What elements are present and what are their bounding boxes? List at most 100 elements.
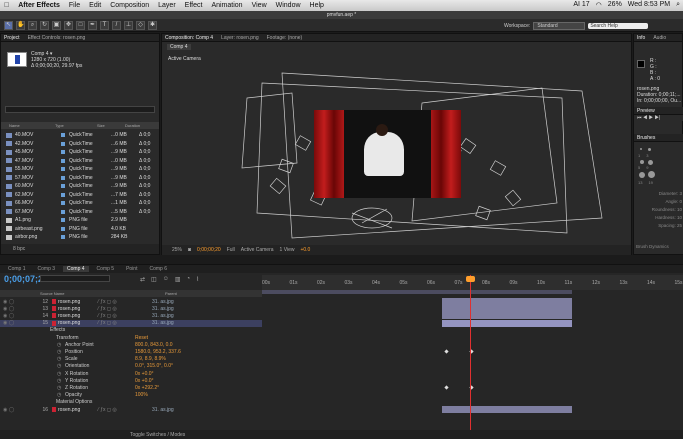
- layer-row[interactable]: ◉ ◯ 16 rosen.png ⁄ ƒx ◻ ◎ 31. as.jpg: [0, 406, 262, 413]
- hand-tool-icon[interactable]: ✋: [16, 20, 25, 30]
- menu-composition[interactable]: Composition: [110, 2, 149, 9]
- frame-blend-icon[interactable]: ▥: [175, 276, 181, 283]
- puppet-tool-icon[interactable]: ✱: [148, 20, 157, 30]
- type-tool-icon[interactable]: T: [100, 20, 109, 30]
- project-item[interactable]: 55.MOV QuickTime ...9 MB Δ 0;0: [1, 165, 151, 173]
- mask-tool-icon[interactable]: □: [76, 20, 85, 30]
- project-item[interactable]: 62.MOV QuickTime ...7 MB Δ 0;0: [1, 191, 151, 199]
- pen-tool-icon[interactable]: ✒: [88, 20, 97, 30]
- apple-icon[interactable]: : [4, 2, 9, 9]
- property-value[interactable]: 0x +0.0°: [135, 371, 154, 377]
- tab-comp-6[interactable]: Comp 6: [145, 266, 171, 272]
- pan-tool-icon[interactable]: ✥: [64, 20, 73, 30]
- menu-animation[interactable]: Animation: [211, 2, 242, 9]
- views-count-select[interactable]: 1 View: [280, 247, 295, 253]
- snapshot-icon[interactable]: ◙: [188, 247, 191, 253]
- layer-row[interactable]: ◉ ◯ 14 rosen.png ⁄ ƒx ◻ ◎ 31. as.jpg: [0, 312, 262, 319]
- menu-help[interactable]: Help: [310, 2, 324, 9]
- label-color[interactable]: [61, 167, 65, 171]
- layer-name[interactable]: rosen.png: [58, 306, 98, 312]
- layer-label-color[interactable]: [52, 320, 56, 326]
- tab-audio[interactable]: Audio: [653, 35, 666, 41]
- layer-switches[interactable]: ⁄ ƒx ◻ ◎: [98, 299, 148, 305]
- property-value[interactable]: 800.0, 843.0, 0.0: [135, 342, 173, 348]
- layer-name[interactable]: rosen.png: [58, 320, 98, 326]
- property-value[interactable]: 0x +0.0°: [135, 378, 154, 384]
- toggle-switches-modes[interactable]: Toggle Switches / Modes: [130, 432, 185, 438]
- project-item[interactable]: 42.MOV QuickTime ...6 MB Δ 0;0: [1, 140, 151, 148]
- av-switches[interactable]: ◉ ◯: [0, 299, 24, 305]
- project-item[interactable]: A1.png PNG file 2.9 MB: [1, 216, 151, 224]
- project-item[interactable]: airbeast.png PNG file 4.0 KB: [1, 225, 151, 233]
- layer-row[interactable]: ◉ ◯ 13 rosen.png ⁄ ƒx ◻ ◎ 31. as.jpg: [0, 305, 262, 312]
- bpc-label[interactable]: 8 bpc: [13, 246, 25, 252]
- layer-label-color[interactable]: [52, 306, 56, 312]
- wifi-icon[interactable]: ◠: [596, 1, 602, 9]
- property-row[interactable]: ◷ Opacity 100%: [0, 392, 262, 399]
- playback-controls[interactable]: ⏮ ◀ ▶ ▶|: [634, 115, 683, 121]
- layer-name[interactable]: rosen.png: [58, 313, 98, 319]
- label-color[interactable]: [61, 133, 65, 137]
- stopwatch-icon[interactable]: ◷: [57, 363, 61, 369]
- zoom-select[interactable]: 25%: [172, 247, 182, 253]
- tab-comp-5[interactable]: Comp 5: [93, 266, 119, 272]
- keyframe[interactable]: [444, 385, 449, 391]
- timeline-search-input[interactable]: [40, 275, 110, 282]
- project-item[interactable]: 57.MOV QuickTime ...9 MB Δ 0;0: [1, 174, 151, 182]
- property-value[interactable]: 0.0°, 315.0°, 0.0°: [135, 363, 173, 369]
- tab-comp-1[interactable]: Comp 1: [4, 266, 30, 272]
- stopwatch-icon[interactable]: ◷: [57, 371, 61, 377]
- tab-project[interactable]: Project: [4, 35, 20, 41]
- col-name[interactable]: Name: [1, 123, 55, 128]
- comp-mini-flowchart-icon[interactable]: ⇄: [140, 276, 145, 283]
- label-color[interactable]: [61, 184, 65, 188]
- col-type[interactable]: Type: [55, 123, 97, 128]
- layer-label-color[interactable]: [52, 299, 56, 304]
- layer-name[interactable]: rosen.png: [58, 407, 98, 413]
- project-item[interactable]: 40.MOV QuickTime ...0 MB Δ 0;0: [1, 131, 151, 139]
- label-color[interactable]: [61, 209, 65, 214]
- property-value[interactable]: 100%: [135, 392, 148, 398]
- zoom-tool-icon[interactable]: ⌕: [28, 20, 37, 30]
- label-color[interactable]: [61, 201, 65, 205]
- layer-row[interactable]: ◉ ◯ 15 rosen.png ⁄ ƒx ◻ ◎ 31. as.jpg: [0, 319, 262, 327]
- menu-window[interactable]: Window: [276, 2, 301, 9]
- label-color[interactable]: [61, 235, 65, 239]
- menu-effect[interactable]: Effect: [185, 2, 203, 9]
- view-select[interactable]: Active Camera: [241, 247, 274, 253]
- label-color[interactable]: [61, 226, 65, 231]
- current-time-indicator[interactable]: [470, 275, 471, 439]
- label-color[interactable]: [61, 150, 65, 154]
- search-help-input[interactable]: Search Help: [588, 23, 649, 29]
- parent-select[interactable]: 31. as.jpg: [148, 313, 193, 319]
- project-item[interactable]: 67.MOV QuickTime ...5 MB Δ 0;0: [1, 208, 151, 216]
- layer-label-color[interactable]: [52, 407, 56, 412]
- parent-select[interactable]: 31. as.jpg: [148, 320, 193, 326]
- property-value[interactable]: 1580.0, 953.2, 337.6: [135, 349, 181, 355]
- layer-switches[interactable]: ⁄ ƒx ◻ ◎: [98, 306, 148, 312]
- clone-tool-icon[interactable]: ⊥: [124, 20, 133, 30]
- property-row[interactable]: Material Options: [0, 399, 262, 406]
- stopwatch-icon[interactable]: ◷: [57, 378, 61, 384]
- layer-switches[interactable]: ⁄ ƒx ◻ ◎: [98, 407, 148, 413]
- stopwatch-icon[interactable]: ◷: [57, 349, 61, 355]
- shy-icon[interactable]: ☺: [163, 276, 169, 283]
- av-switches[interactable]: ◉ ◯: [0, 313, 24, 319]
- tab-comp-3[interactable]: Comp 3: [34, 266, 60, 272]
- tab-effect-controls[interactable]: Effect Controls: rosen.png: [28, 35, 86, 41]
- col-size[interactable]: Size: [97, 123, 125, 128]
- layer-duration-bar[interactable]: [442, 406, 572, 413]
- stopwatch-icon[interactable]: ◷: [57, 356, 61, 362]
- parent-select[interactable]: 31. as.jpg: [148, 407, 193, 413]
- tab-point[interactable]: Point: [122, 266, 141, 272]
- graph-editor-icon[interactable]: ⌇: [196, 276, 199, 283]
- brush-dynamics[interactable]: Brush Dynamics: [636, 244, 669, 249]
- draft-3d-icon[interactable]: ◫: [151, 276, 157, 283]
- property-row[interactable]: Transform Reset: [0, 334, 262, 341]
- parent-select[interactable]: 31. as.jpg: [148, 299, 193, 305]
- project-search-input[interactable]: [5, 106, 155, 113]
- camera-tool-icon[interactable]: ▣: [52, 20, 61, 30]
- battery-percent[interactable]: 26%: [608, 1, 622, 9]
- status-ai[interactable]: AI 17: [573, 1, 589, 9]
- av-switches[interactable]: ◉ ◯: [0, 306, 24, 312]
